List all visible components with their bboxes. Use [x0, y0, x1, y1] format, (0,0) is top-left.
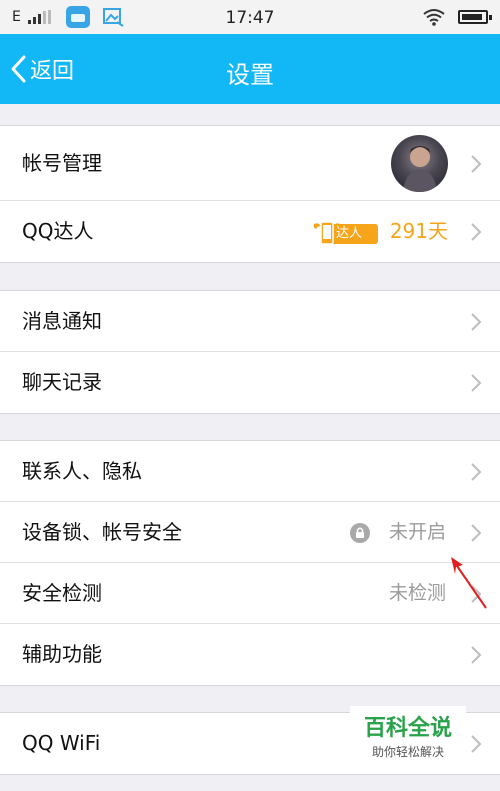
- chevron-right-icon: [471, 735, 482, 753]
- expert-badge-text: 达人: [336, 226, 363, 241]
- chevron-right-icon: [471, 155, 482, 173]
- contacts-privacy-label: 联系人、隐私: [22, 459, 142, 483]
- chevron-right-icon: [471, 223, 482, 241]
- annotation-arrow-icon: [451, 557, 487, 609]
- qq-wifi-label: QQ WiFi: [22, 731, 101, 755]
- notifications-label: 消息通知: [22, 309, 102, 333]
- title-bar: 返回 设置: [0, 34, 500, 104]
- battery-icon: [458, 10, 492, 24]
- settings-group-messages: 消息通知 聊天记录: [0, 290, 500, 414]
- device-lock-label: 设备锁、帐号安全: [22, 520, 182, 544]
- expert-badge: 达人: [312, 218, 378, 246]
- chevron-right-icon: [471, 463, 482, 481]
- device-lock-item[interactable]: 设备锁、帐号安全 未开启: [0, 501, 500, 563]
- notifications-item[interactable]: 消息通知: [0, 291, 500, 352]
- watermark-title: 百科全说: [363, 716, 452, 741]
- account-management-item[interactable]: 帐号管理: [0, 126, 500, 201]
- chevron-right-icon: [471, 524, 482, 542]
- accessibility-label: 辅助功能: [22, 642, 102, 666]
- chat-history-item[interactable]: 聊天记录: [0, 351, 500, 413]
- security-scan-label: 安全检测: [22, 581, 102, 605]
- contacts-privacy-item[interactable]: 联系人、隐私: [0, 441, 500, 502]
- chevron-right-icon: [471, 313, 482, 331]
- page-title: 设置: [226, 61, 274, 89]
- qq-expert-label: QQ达人: [22, 219, 94, 243]
- device-lock-status: 未开启: [388, 521, 446, 543]
- chat-history-label: 聊天记录: [22, 370, 102, 394]
- expert-days: 291天: [389, 219, 448, 243]
- account-management-label: 帐号管理: [22, 151, 102, 175]
- security-scan-item[interactable]: 安全检测 未检测: [0, 562, 500, 624]
- lock-icon: [350, 523, 370, 543]
- avatar: [391, 135, 448, 192]
- settings-group-security: 联系人、隐私 设备锁、帐号安全 未开启 安全检测 未检测 辅助功能: [0, 440, 500, 686]
- watermark-subtitle: 助你轻松解决: [371, 745, 444, 759]
- accessibility-item[interactable]: 辅助功能: [0, 623, 500, 685]
- status-bar: E 17:47: [0, 0, 500, 34]
- chevron-right-icon: [471, 374, 482, 392]
- chevron-right-icon: [471, 646, 482, 664]
- watermark: 百科全说 助你轻松解决: [350, 706, 466, 766]
- qq-expert-item[interactable]: QQ达人 达人 291天: [0, 200, 500, 262]
- security-scan-status: 未检测: [388, 582, 446, 604]
- settings-group-account: 帐号管理 QQ达人 达人 291天: [0, 125, 500, 263]
- wifi-icon: [423, 9, 445, 26]
